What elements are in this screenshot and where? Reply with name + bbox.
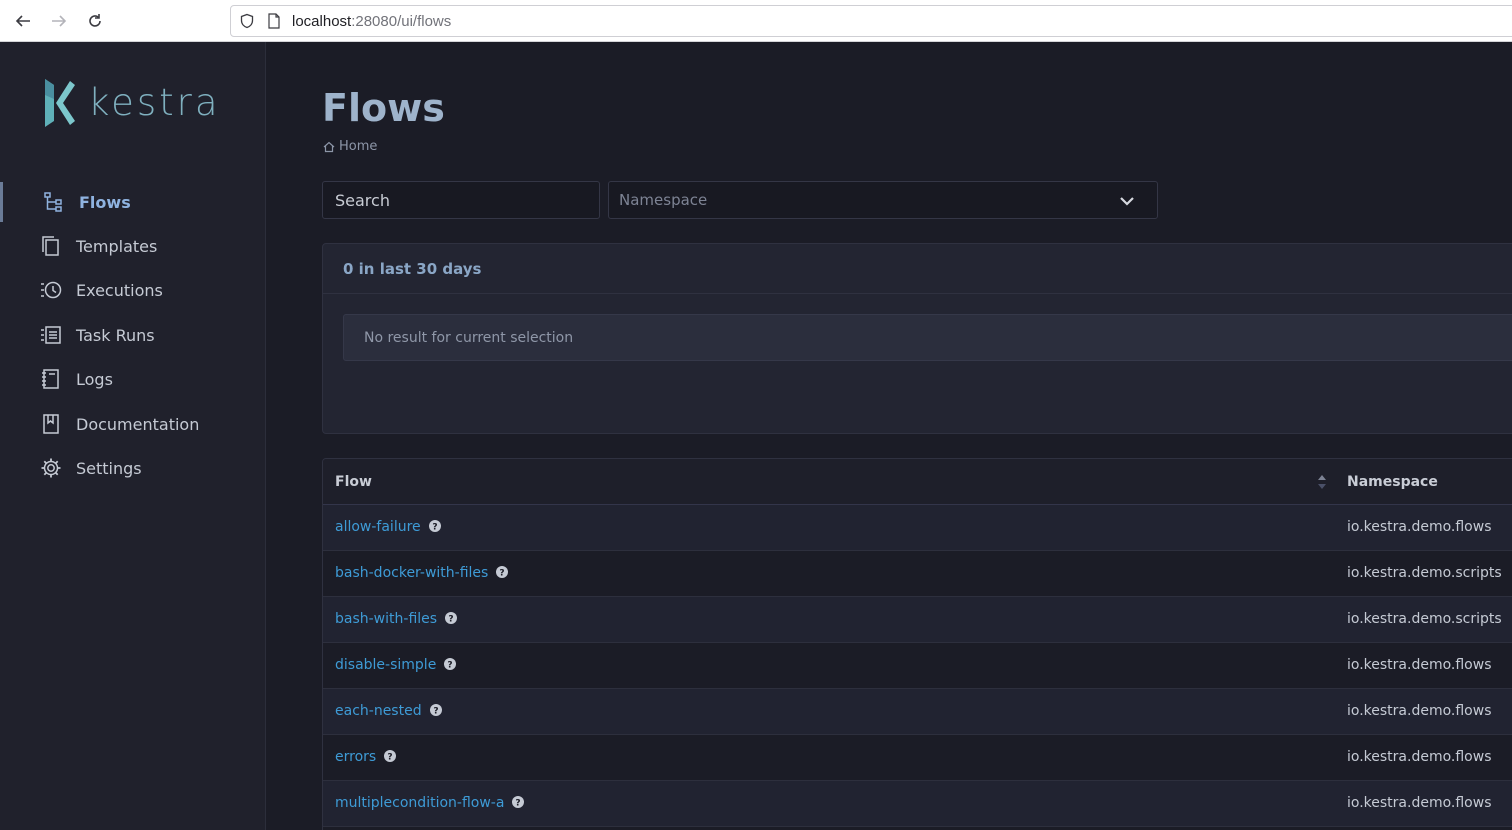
- sidebar-item-label: Executions: [76, 280, 163, 300]
- column-header-namespace[interactable]: Namespace: [1347, 474, 1438, 490]
- sidebar-item-settings[interactable]: Settings: [0, 448, 265, 488]
- flows-tree-icon: [43, 191, 65, 213]
- namespace-cell: io.kestra.demo.flows: [1347, 657, 1492, 673]
- sidebar-item-label: Logs: [76, 369, 113, 389]
- address-bar[interactable]: localhost:28080/ui/flows: [230, 5, 1512, 37]
- sidebar-item-executions[interactable]: Executions: [0, 270, 265, 310]
- documentation-book-icon: [40, 413, 62, 435]
- page-icon: [268, 13, 280, 29]
- logs-notebook-icon: [40, 368, 62, 390]
- table-row: multiplecondition-flow-a? io.kestra.demo…: [323, 781, 1512, 827]
- svg-text:?: ?: [432, 522, 437, 532]
- back-icon[interactable]: [11, 9, 35, 33]
- sidebar: kestra Flows Templates Executions Task R…: [0, 42, 266, 830]
- flow-link[interactable]: disable-simple?: [335, 657, 457, 673]
- flows-table: Flow Namespace allow-failure? io.kestra.…: [322, 458, 1512, 830]
- table-header: Flow Namespace: [323, 459, 1512, 505]
- executions-stats-card: 0 in last 30 days No result for current …: [322, 243, 1512, 434]
- kestra-mark-icon: [45, 79, 75, 127]
- shield-icon[interactable]: [239, 13, 255, 29]
- table-row: allow-failure? io.kestra.demo.flows: [323, 505, 1512, 551]
- sidebar-item-label: Documentation: [76, 414, 200, 434]
- empty-state: No result for current selection: [343, 314, 1512, 361]
- breadcrumb-home[interactable]: Home: [339, 139, 377, 154]
- column-header-flow[interactable]: Flow: [335, 474, 372, 490]
- sidebar-item-documentation[interactable]: Documentation: [0, 404, 265, 444]
- flow-link[interactable]: errors?: [335, 749, 397, 765]
- flow-link[interactable]: allow-failure?: [335, 519, 441, 535]
- sidebar-item-label: Flows: [79, 192, 131, 212]
- table-row: bash-docker-with-files? io.kestra.demo.s…: [323, 551, 1512, 597]
- namespace-cell: io.kestra.demo.scripts: [1347, 611, 1502, 627]
- svg-text:?: ?: [516, 798, 521, 808]
- svg-text:?: ?: [448, 614, 453, 624]
- home-icon: [323, 141, 335, 152]
- flow-link[interactable]: multiplecondition-flow-a?: [335, 795, 525, 811]
- sidebar-item-logs[interactable]: Logs: [0, 359, 265, 399]
- svg-text:?: ?: [388, 752, 393, 762]
- brand-name: kestra: [88, 81, 221, 124]
- svg-text:?: ?: [433, 706, 438, 716]
- sidebar-item-templates[interactable]: Templates: [0, 226, 265, 266]
- search-input[interactable]: [322, 181, 600, 219]
- kestra-logo[interactable]: kestra: [42, 75, 222, 135]
- table-row: disable-simple? io.kestra.demo.flows: [323, 643, 1512, 689]
- table-row: each-nested? io.kestra.demo.flows: [323, 689, 1512, 735]
- help-icon[interactable]: ?: [428, 520, 441, 532]
- breadcrumb[interactable]: Home: [323, 139, 377, 154]
- executions-history-icon: [40, 279, 62, 301]
- svg-text:?: ?: [500, 568, 505, 578]
- help-icon[interactable]: ?: [384, 750, 397, 762]
- page-title: Flows: [322, 86, 445, 130]
- sidebar-item-task-runs[interactable]: Task Runs: [0, 315, 265, 355]
- sort-icon[interactable]: [1317, 473, 1327, 491]
- empty-message: No result for current selection: [364, 330, 574, 346]
- namespace-cell: io.kestra.demo.flows: [1347, 519, 1492, 535]
- forward-icon[interactable]: [47, 9, 71, 33]
- namespace-placeholder: Namespace: [619, 191, 708, 209]
- stats-heading: 0 in last 30 days: [343, 260, 482, 278]
- main-content: Flows Home Namespace 0 in last 30 days N…: [267, 42, 1512, 830]
- reload-icon[interactable]: [83, 9, 107, 33]
- flow-link[interactable]: each-nested?: [335, 703, 442, 719]
- help-icon[interactable]: ?: [429, 704, 442, 716]
- templates-copy-icon: [40, 235, 62, 257]
- namespace-cell: io.kestra.demo.flows: [1347, 795, 1492, 811]
- svg-text:?: ?: [448, 660, 453, 670]
- sidebar-item-label: Task Runs: [76, 325, 155, 345]
- sidebar-item-label: Settings: [76, 458, 142, 478]
- namespace-cell: io.kestra.demo.flows: [1347, 749, 1492, 765]
- namespace-select[interactable]: Namespace: [608, 181, 1158, 219]
- settings-gear-icon: [40, 457, 62, 479]
- url-text[interactable]: localhost:28080/ui/flows: [292, 13, 451, 30]
- help-icon[interactable]: ?: [444, 658, 457, 670]
- namespace-cell: io.kestra.demo.scripts: [1347, 565, 1502, 581]
- task-runs-list-icon: [40, 324, 62, 346]
- table-row: errors? io.kestra.demo.flows: [323, 735, 1512, 781]
- sidebar-item-flows[interactable]: Flows: [0, 182, 265, 222]
- help-icon[interactable]: ?: [445, 612, 458, 624]
- namespace-cell: io.kestra.demo.flows: [1347, 703, 1492, 719]
- table-row: bash-with-files? io.kestra.demo.scripts: [323, 597, 1512, 643]
- flow-link[interactable]: bash-docker-with-files?: [335, 565, 509, 581]
- browser-toolbar: localhost:28080/ui/flows: [0, 0, 1512, 42]
- divider: [323, 293, 1512, 294]
- help-icon[interactable]: ?: [512, 796, 525, 808]
- help-icon[interactable]: ?: [496, 566, 509, 578]
- chevron-down-icon[interactable]: [1119, 193, 1135, 209]
- flow-link[interactable]: bash-with-files?: [335, 611, 458, 627]
- sidebar-item-label: Templates: [76, 236, 158, 256]
